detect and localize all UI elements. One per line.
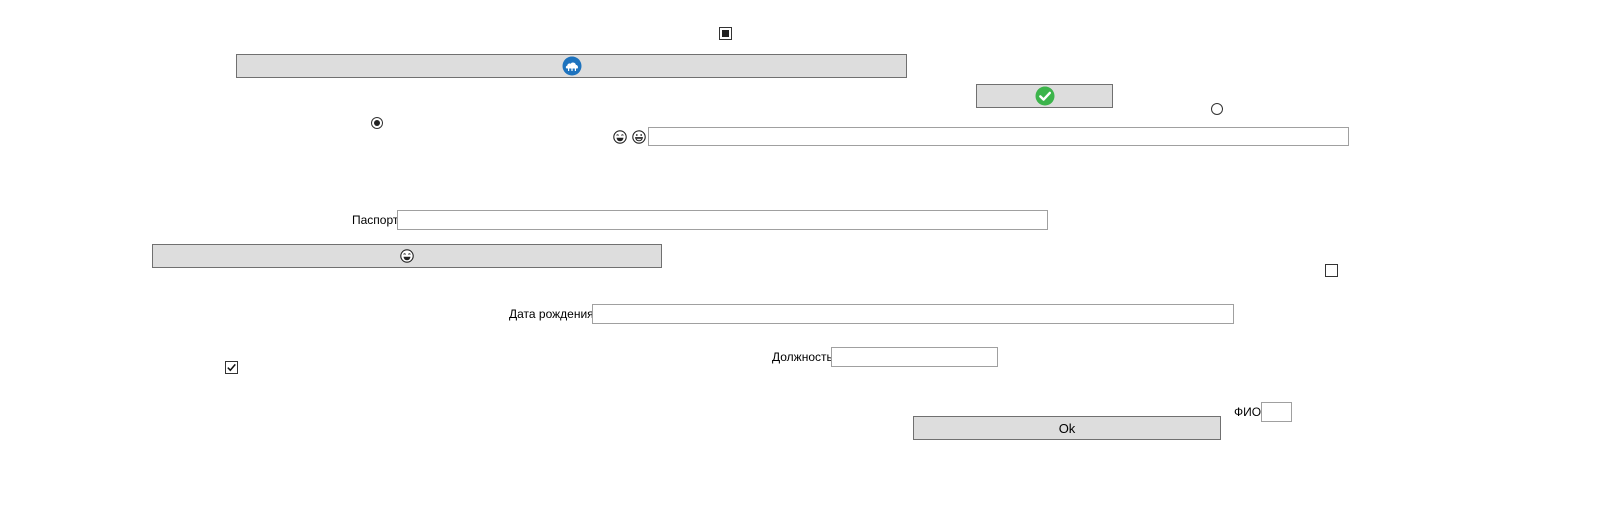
- left-radio-button[interactable]: [371, 117, 383, 129]
- ok-button[interactable]: Ok: [913, 416, 1221, 440]
- position-label: Должность: [772, 350, 833, 364]
- laughing-emoji-icon: [400, 249, 414, 263]
- left-checkbox[interactable]: [225, 361, 238, 374]
- confirm-check-button[interactable]: [976, 84, 1113, 108]
- laughing-emoji-icon: [613, 130, 627, 144]
- top-checkbox[interactable]: [719, 27, 732, 40]
- birth-date-input[interactable]: [592, 304, 1234, 324]
- grinning-emoji-icon: [632, 130, 646, 144]
- passport-input[interactable]: [397, 210, 1048, 230]
- passport-label: Паспорт: [352, 213, 399, 227]
- position-input[interactable]: [831, 347, 998, 367]
- form-canvas: Паспорт Дата рождения Должность ФИО Ok: [0, 0, 1611, 517]
- right-checkbox[interactable]: [1325, 264, 1338, 277]
- green-check-icon: [1035, 86, 1054, 106]
- emoji-button[interactable]: [152, 244, 662, 268]
- top-text-input[interactable]: [648, 127, 1349, 146]
- full-name-label: ФИО: [1234, 405, 1262, 419]
- birth-date-label: Дата рождения: [509, 307, 594, 321]
- checkmark-icon: [227, 363, 236, 372]
- cloud-app-icon: [562, 56, 581, 76]
- ok-button-label: Ok: [1058, 420, 1076, 436]
- cloud-icon-button[interactable]: [236, 54, 907, 78]
- right-radio-button[interactable]: [1211, 103, 1223, 115]
- full-name-input[interactable]: [1261, 402, 1292, 422]
